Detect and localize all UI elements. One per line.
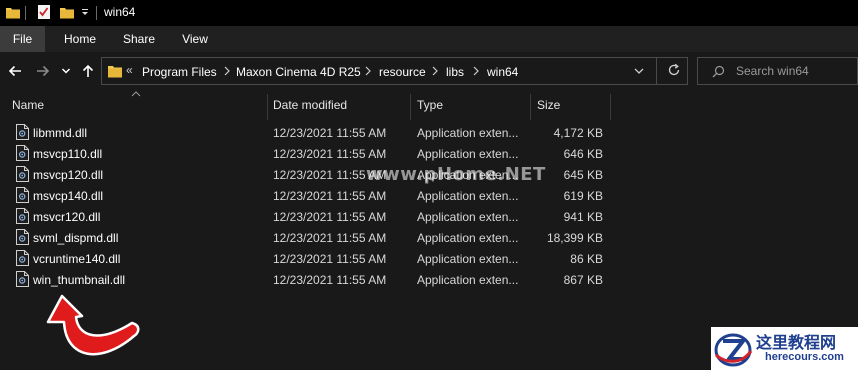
file-row[interactable]: msvcp140.dll 12/23/2021 11:55 AM Applicati… — [0, 185, 640, 206]
file-size: 646 KB — [563, 147, 603, 161]
file-date: 12/23/2021 11:55 AM — [273, 189, 387, 203]
tab-file[interactable]: File — [0, 26, 45, 52]
dll-file-icon — [16, 271, 29, 287]
logo-text-en: herecours.com — [765, 351, 844, 363]
refresh-button[interactable] — [656, 57, 689, 85]
column-divider[interactable] — [610, 94, 611, 120]
file-type: Application exten... — [417, 210, 519, 224]
folder-icon — [108, 66, 122, 78]
column-date-modified[interactable]: Date modified — [273, 98, 347, 112]
site-logo: 这里教程网 herecours.com — [711, 327, 858, 370]
file-type: Application exten... — [417, 147, 519, 161]
arrow-right-icon[interactable] — [34, 62, 52, 80]
file-date: 12/23/2021 11:55 AM — [273, 252, 387, 266]
file-name: libmmd.dll — [33, 126, 88, 140]
chevron-down-icon[interactable] — [60, 62, 72, 80]
file-date: 12/23/2021 11:55 AM — [273, 147, 387, 161]
dll-file-icon — [16, 124, 29, 140]
title-separator — [25, 6, 26, 20]
file-row[interactable]: msvcr120.dll 12/23/2021 11:55 AM Applicati… — [0, 206, 640, 227]
folder-icon — [6, 8, 20, 19]
file-name: msvcp120.dll — [33, 168, 104, 182]
file-size: 86 KB — [570, 252, 603, 266]
dll-file-icon — [16, 166, 29, 182]
navigation-bar: « Program Files Maxon Cinema 4D R25 reso… — [0, 52, 858, 90]
window-title: win64 — [104, 5, 136, 19]
dll-file-icon — [16, 187, 29, 203]
file-size: 867 KB — [563, 273, 603, 287]
title-bar: win64 — [0, 0, 858, 26]
file-name: msvcp110.dll — [33, 147, 103, 161]
file-name: vcruntime140.dll — [33, 252, 121, 266]
breadcrumb-maxon-cinema[interactable]: Maxon Cinema 4D R25 — [236, 65, 361, 79]
file-row[interactable]: svml_dispmd.dll 12/23/2021 11:55 AM Applic… — [0, 227, 640, 248]
logo-mark-icon — [714, 333, 753, 367]
file-date: 12/23/2021 11:55 AM — [273, 231, 387, 245]
file-size: 18,399 KB — [546, 231, 603, 245]
column-divider[interactable] — [267, 94, 268, 120]
file-type: Application exten... — [417, 231, 519, 245]
column-name[interactable]: Name — [12, 98, 44, 112]
search-icon — [712, 65, 725, 78]
new-folder-icon[interactable] — [60, 5, 74, 19]
file-row[interactable]: win_thumbnail.dll 12/23/2021 11:55 AM Appl… — [0, 269, 640, 290]
dll-file-icon — [16, 208, 29, 224]
file-row[interactable]: libmmd.dll 12/23/2021 11:55 AM Application… — [0, 122, 640, 143]
breadcrumb-libs[interactable]: libs — [446, 65, 464, 79]
properties-icon[interactable] — [37, 4, 51, 20]
arrow-up-icon[interactable] — [79, 62, 97, 80]
file-date: 12/23/2021 11:55 AM — [273, 126, 387, 140]
chevron-right-icon[interactable] — [364, 66, 372, 76]
dll-file-icon — [16, 145, 29, 161]
chevron-right-icon[interactable] — [223, 66, 231, 76]
file-size: 619 KB — [563, 189, 603, 203]
file-name: svml_dispmd.dll — [33, 231, 119, 245]
breadcrumb-win64[interactable]: win64 — [487, 65, 518, 79]
address-bar[interactable]: « Program Files Maxon Cinema 4D R25 reso… — [101, 57, 688, 85]
ribbon-tabs: File Home Share View — [0, 26, 858, 52]
file-name: msvcp140.dll — [33, 189, 104, 203]
tab-home[interactable]: Home — [55, 26, 105, 52]
search-box[interactable] — [697, 57, 858, 85]
file-date: 12/23/2021 11:55 AM — [273, 210, 387, 224]
column-size[interactable]: Size — [537, 98, 560, 112]
file-type: Application exten... — [417, 189, 519, 203]
column-divider[interactable] — [530, 94, 531, 120]
tab-view[interactable]: View — [173, 26, 217, 52]
file-name: msvcr120.dll — [33, 210, 101, 224]
breadcrumb-resource[interactable]: resource — [379, 65, 426, 79]
refresh-icon — [668, 63, 680, 76]
breadcrumb-overflow[interactable]: « — [126, 63, 133, 77]
file-type: Application exten... — [417, 252, 519, 266]
chevron-right-icon[interactable] — [472, 66, 480, 76]
file-row[interactable]: vcruntime140.dll 12/23/2021 11:55 AM Appli… — [0, 248, 640, 269]
watermark-text: www.pHome.NET — [366, 164, 546, 185]
file-size: 645 KB — [563, 168, 603, 182]
dll-file-icon — [16, 229, 29, 245]
file-size: 4,172 KB — [553, 126, 603, 140]
file-row[interactable]: msvcp110.dll 12/23/2021 11:55 AM Applicati… — [0, 143, 640, 164]
column-type[interactable]: Type — [417, 98, 443, 112]
file-type: Application exten... — [417, 126, 519, 140]
file-size: 941 KB — [563, 210, 603, 224]
red-arrow-annotation — [46, 294, 140, 356]
search-input[interactable] — [736, 58, 856, 84]
chevron-right-icon[interactable] — [431, 66, 439, 76]
file-name: win_thumbnail.dll — [33, 273, 126, 287]
logo-text-cn: 这里教程网 — [756, 333, 837, 352]
file-type: Application exten... — [417, 273, 519, 287]
column-header-row: Name Date modified Type Size — [0, 90, 858, 120]
chevron-down-icon[interactable] — [634, 67, 644, 75]
file-date: 12/23/2021 11:55 AM — [273, 273, 387, 287]
tab-share[interactable]: Share — [113, 26, 165, 52]
column-divider[interactable] — [410, 94, 411, 120]
arrow-left-icon[interactable] — [6, 62, 24, 80]
title-separator — [96, 6, 97, 20]
quick-access-dropdown-icon[interactable] — [80, 6, 90, 18]
dll-file-icon — [16, 250, 29, 266]
breadcrumb-program-files[interactable]: Program Files — [142, 65, 217, 79]
sort-ascending-icon — [131, 91, 141, 97]
